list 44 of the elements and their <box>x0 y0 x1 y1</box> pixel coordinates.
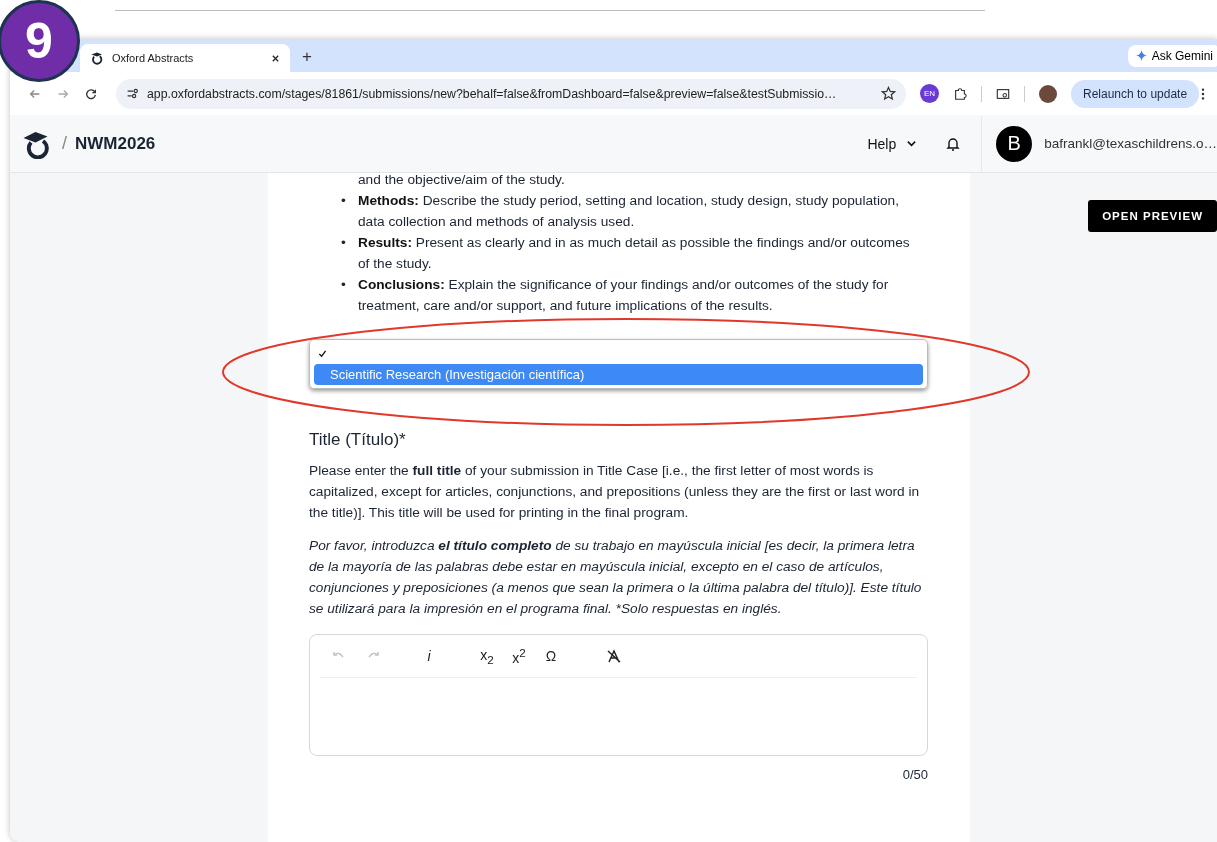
guideline-item: Methods: Describe the study period, setting and location, study design, study population, data collection and methods of analysis used. <box>358 192 900 231</box>
graduation-cap-logo-icon <box>90 51 104 65</box>
user-avatar[interactable]: B <box>996 125 1033 162</box>
bullet-mark: • <box>341 192 347 210</box>
browser-tab[interactable]: Oxford Abstracts <box>80 44 290 72</box>
open-preview-button[interactable]: OPEN PREVIEW <box>1088 200 1217 232</box>
search-tab-icon[interactable] <box>996 86 1010 101</box>
format-button[interactable]: x$^{2}$ <box>512 646 526 666</box>
character-counter: 0/50 <box>901 766 928 784</box>
guideline-text: and the objective/aim of the study. <box>358 173 566 189</box>
sparkle-icon <box>1135 50 1147 61</box>
more-menu-icon[interactable] <box>1201 86 1206 101</box>
close-icon[interactable] <box>271 53 280 63</box>
reload-icon[interactable] <box>84 86 98 101</box>
url-text: app.oxfordabstracts.com/stages/81861/submissions/new?behalf=false&fromDashboard=false&preview=false&testSubmissio… <box>147 86 838 101</box>
bookmark-star-icon[interactable] <box>881 86 896 101</box>
address-bar[interactable]: app.oxfordabstracts.com/stages/81861/submissions/new?behalf=false&fromDashboard=false&preview=false&testSubmissio… <box>116 78 906 109</box>
site-settings-icon[interactable] <box>126 87 139 100</box>
event-name-link[interactable]: NWM2026 <box>75 133 156 154</box>
breadcrumb-separator: / <box>62 133 67 154</box>
guideline-item: Results: Present as clearly and in as much detail as possible the findings and/or outcomes of the study. <box>358 234 911 273</box>
field-instructions: Please enter the full title of your submission in Title Case [i.e., the first letter of most words is capitalized, except for articles, conjunctions, and prepositions (unless they are the first or last word in the title)]. This title will be used for printing in the final program. <box>309 462 921 522</box>
field-instructions: Por favor, introduzca el título completo de su trabajo en mayúscula inicial [es decir, la primera letra de la mayoría de las palabras debe estar en mayúscula inicial, excepto en el caso de artículos, conjunciones y preposiciones (a menos que sean la primera o la última palabra del título)]. Este título se utilizará para la impresión en el programa final. *Solo respuestas en inglés. <box>309 537 923 618</box>
format-button[interactable]: x$_{2}$ <box>480 646 494 666</box>
ask-gemini-button[interactable]: Ask Gemini <box>1127 44 1217 67</box>
tab-title: Oxford Abstracts <box>112 52 195 64</box>
format-button[interactable]: Ω <box>544 648 558 664</box>
field-label: Title (Título)* <box>309 429 407 450</box>
relaunch-button[interactable]: Relaunch to update <box>1071 79 1200 108</box>
help-menu-button[interactable]: Help <box>861 134 924 153</box>
puzzle-piece-icon[interactable] <box>953 86 967 101</box>
profile-avatar[interactable] <box>1039 84 1057 103</box>
format-button[interactable]: i <box>422 648 436 664</box>
user-email[interactable]: bafrankl@texaschildrens.o… <box>1044 136 1217 151</box>
bullet-mark: • <box>341 276 347 294</box>
extension-badge[interactable]: EN <box>920 84 939 103</box>
guideline-item: Conclusions: Explain the significance of your findings and/or outcomes of the study for treatment, care and/or support, and future implications of the results. <box>358 276 890 315</box>
chevron-down-icon <box>906 138 918 149</box>
step-number-badge: 9 <box>0 0 80 82</box>
rich-text-editor[interactable]: i x$_{2}$ x$^{2}$ Ω <box>309 634 928 756</box>
bullet-mark: • <box>341 234 347 252</box>
clear-formatting-icon[interactable] <box>606 648 622 664</box>
new-tab-button[interactable]: + <box>302 47 312 67</box>
notification-bell-icon[interactable] <box>945 135 962 152</box>
